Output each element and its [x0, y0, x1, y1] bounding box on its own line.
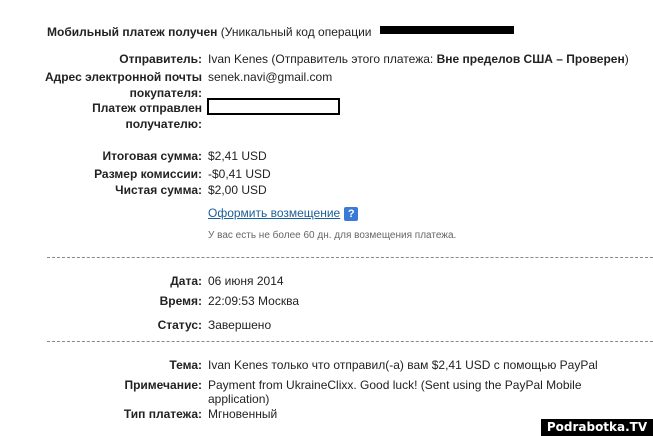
recipient-label-line2: получателю: — [125, 117, 202, 131]
time-value: 22:09:53 Москва — [208, 294, 300, 308]
memo-value-line1: Payment from UkraineClixx. Good luck! (S… — [208, 378, 582, 392]
buyer-email-label-line2: покупателя: — [129, 86, 202, 100]
buyer-email-value: senek.navi@gmail.com — [208, 70, 333, 84]
header-title: Мобильный платеж получен — [47, 25, 218, 39]
total-amount-value: $2,41 USD — [208, 149, 267, 163]
date-label: Дата: — [170, 274, 202, 288]
subject-label: Тема: — [169, 358, 202, 372]
memo-value-line2: application) — [208, 392, 270, 406]
time-label: Время: — [159, 294, 202, 308]
sender-verification-status: Вне пределов США – Проверен — [436, 52, 625, 66]
payment-type-label: Тип платежа: — [123, 407, 202, 421]
redacted-operation-code — [380, 26, 514, 34]
payment-type-value: Мгновенный — [208, 407, 278, 421]
net-amount-value: $2,00 USD — [208, 183, 267, 197]
total-amount-label: Итоговая сумма: — [102, 149, 202, 163]
memo-label: Примечание: — [124, 378, 202, 392]
fee-label: Размер комиссии: — [94, 167, 202, 181]
issue-refund-link[interactable]: Оформить возмещение — [208, 206, 340, 220]
status-label: Статус: — [157, 318, 202, 332]
redacted-recipient-box — [207, 98, 340, 115]
operation-code-prefix: (Уникальный код операции — [220, 25, 372, 39]
sender-note-suffix: ) — [624, 52, 629, 66]
refund-row: Оформить возмещение? — [208, 206, 359, 221]
sender-label: Отправитель: — [119, 52, 202, 66]
buyer-email-label-line1: Адрес электронной почты — [44, 70, 202, 84]
subject-value: Ivan Kenes только что отправил(-а) вам $… — [208, 358, 598, 372]
refund-deadline-note: У вас есть не более 60 дн. для возмещени… — [208, 230, 457, 241]
payment-header: Мобильный платеж получен (Уникальный код… — [47, 25, 372, 39]
watermark: Podrabotka.TV — [541, 419, 653, 436]
date-value: 06 июня 2014 — [208, 274, 284, 288]
net-amount-label: Чистая сумма: — [115, 183, 202, 197]
section-divider — [47, 257, 653, 258]
sender-name: Ivan Kenes — [208, 52, 269, 66]
sender-value: Ivan Kenes (Отправитель этого платежа: В… — [208, 52, 629, 66]
section-divider — [47, 341, 653, 342]
status-value: Завершено — [208, 318, 272, 332]
sender-note-prefix: (Отправитель этого платежа: — [271, 52, 434, 66]
question-help-icon[interactable]: ? — [344, 206, 359, 221]
fee-value: -$0,41 USD — [208, 167, 271, 181]
recipient-label-line1: Платеж отправлен — [92, 101, 202, 115]
